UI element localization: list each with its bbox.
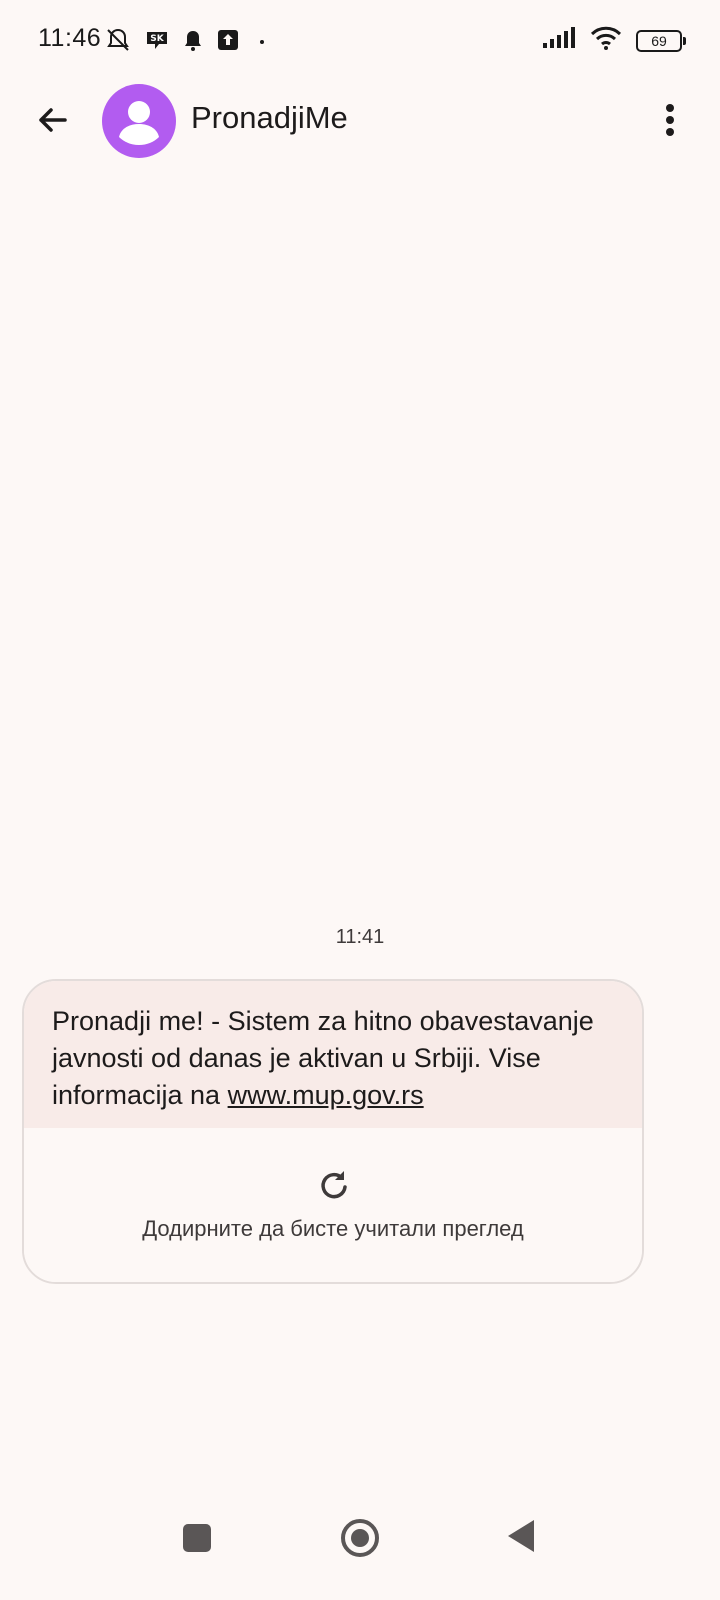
sk-app-icon: SK [144, 28, 170, 52]
status-bar: 11:46 SK 69 [0, 0, 720, 80]
home-button[interactable] [341, 1519, 379, 1557]
signal-icon [542, 26, 576, 55]
more-vert-icon [666, 104, 674, 136]
arrow-back-icon [39, 108, 67, 132]
message-text: Pronadji me! - Sistem za hitno obavestav… [24, 981, 642, 1128]
message-timestamp: 11:41 [335, 926, 385, 948]
battery-icon: 69 [636, 29, 686, 52]
navigation-bar [0, 1490, 720, 1600]
app-bar: PronadjiMe [0, 80, 720, 160]
preview-label: Додирните да бисте учитали преглед [142, 1216, 524, 1241]
status-time: 11:46 [38, 24, 102, 52]
status-icons-right: 69 [542, 26, 686, 55]
svg-text:SK: SK [150, 34, 164, 44]
wifi-icon [590, 26, 622, 55]
person-icon [119, 101, 159, 145]
more-options-button[interactable] [650, 96, 690, 144]
avatar[interactable] [102, 84, 176, 158]
dot-icon [252, 28, 272, 52]
notifications-off-icon [104, 26, 132, 54]
upload-icon [216, 28, 240, 52]
message-link[interactable]: www.mup.gov.rs [228, 1080, 424, 1110]
recents-button[interactable] [183, 1524, 211, 1552]
nav-back-button[interactable] [508, 1520, 534, 1552]
back-button[interactable] [28, 96, 76, 144]
bell-icon [182, 28, 204, 52]
message-bubble[interactable]: Pronadji me! - Sistem za hitno obavestav… [22, 979, 644, 1284]
refresh-icon [321, 1171, 347, 1199]
contact-name[interactable]: PronadjiMe [191, 100, 348, 136]
link-preview[interactable]: Додирните да бисте учитали преглед [24, 1128, 642, 1282]
status-icons-left: SK [104, 26, 272, 54]
